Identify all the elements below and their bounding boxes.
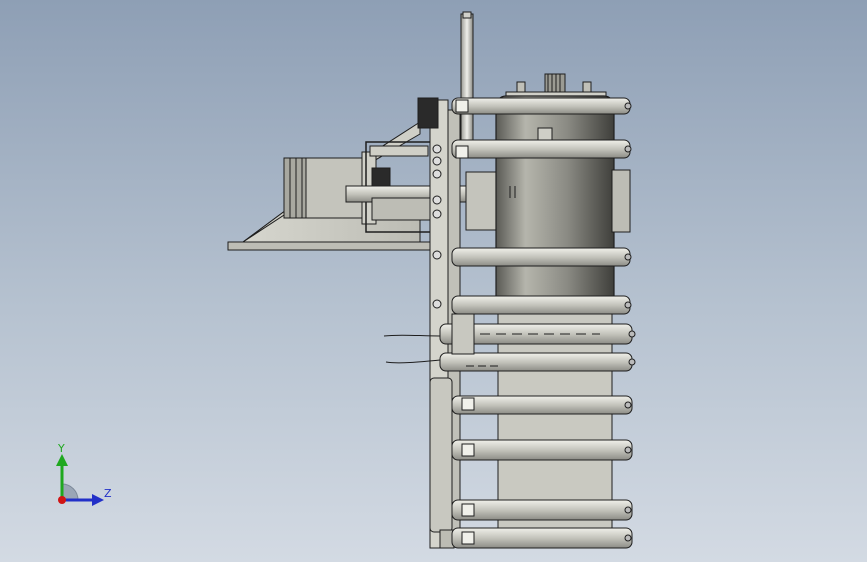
z-axis-label: Z	[104, 487, 112, 500]
cad-assembly-model[interactable]	[0, 0, 867, 562]
z-axis-head-icon	[92, 494, 104, 506]
graphics-viewport[interactable]: Y Z	[0, 0, 867, 562]
roller-caps	[624, 102, 636, 542]
y-axis-label: Y	[57, 442, 65, 455]
top-shaft[interactable]	[460, 11, 474, 155]
x-axis-dot-icon	[58, 496, 66, 504]
view-orientation-triad[interactable]: Y Z	[48, 438, 128, 518]
top-fittings	[505, 73, 607, 99]
y-axis-head-icon	[56, 454, 68, 466]
main-drum[interactable]	[495, 95, 631, 309]
